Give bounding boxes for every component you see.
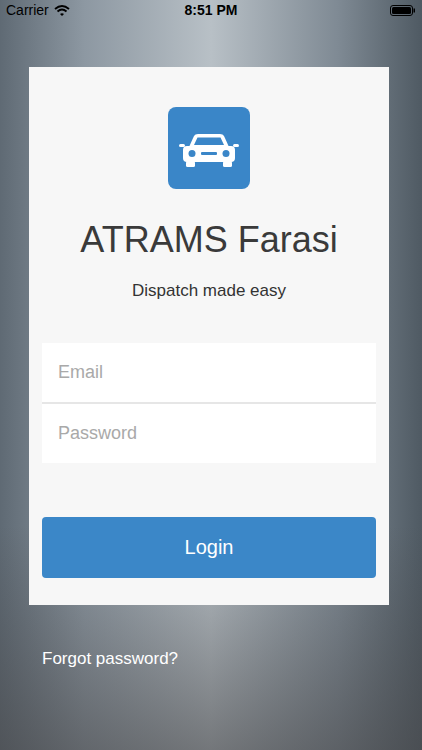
email-field[interactable] <box>42 343 376 402</box>
forgot-password-link[interactable]: Forgot password? <box>42 648 178 670</box>
status-right <box>296 5 416 16</box>
app-title: ATRAMS Farasi <box>80 218 337 262</box>
carrier-label: Carrier <box>6 2 49 18</box>
login-form <box>42 343 376 463</box>
password-field[interactable] <box>42 404 376 463</box>
login-card: ATRAMS Farasi Dispatch made easy Login <box>29 67 389 605</box>
status-left: Carrier <box>6 2 126 18</box>
status-bar: Carrier 8:51 PM <box>0 0 422 20</box>
login-button[interactable]: Login <box>42 517 376 578</box>
time-label: 8:51 PM <box>185 2 238 18</box>
car-icon <box>177 127 241 169</box>
app-subtitle: Dispatch made easy <box>132 280 286 302</box>
wifi-icon <box>54 4 70 16</box>
app-logo <box>168 107 250 189</box>
battery-icon <box>390 5 416 16</box>
